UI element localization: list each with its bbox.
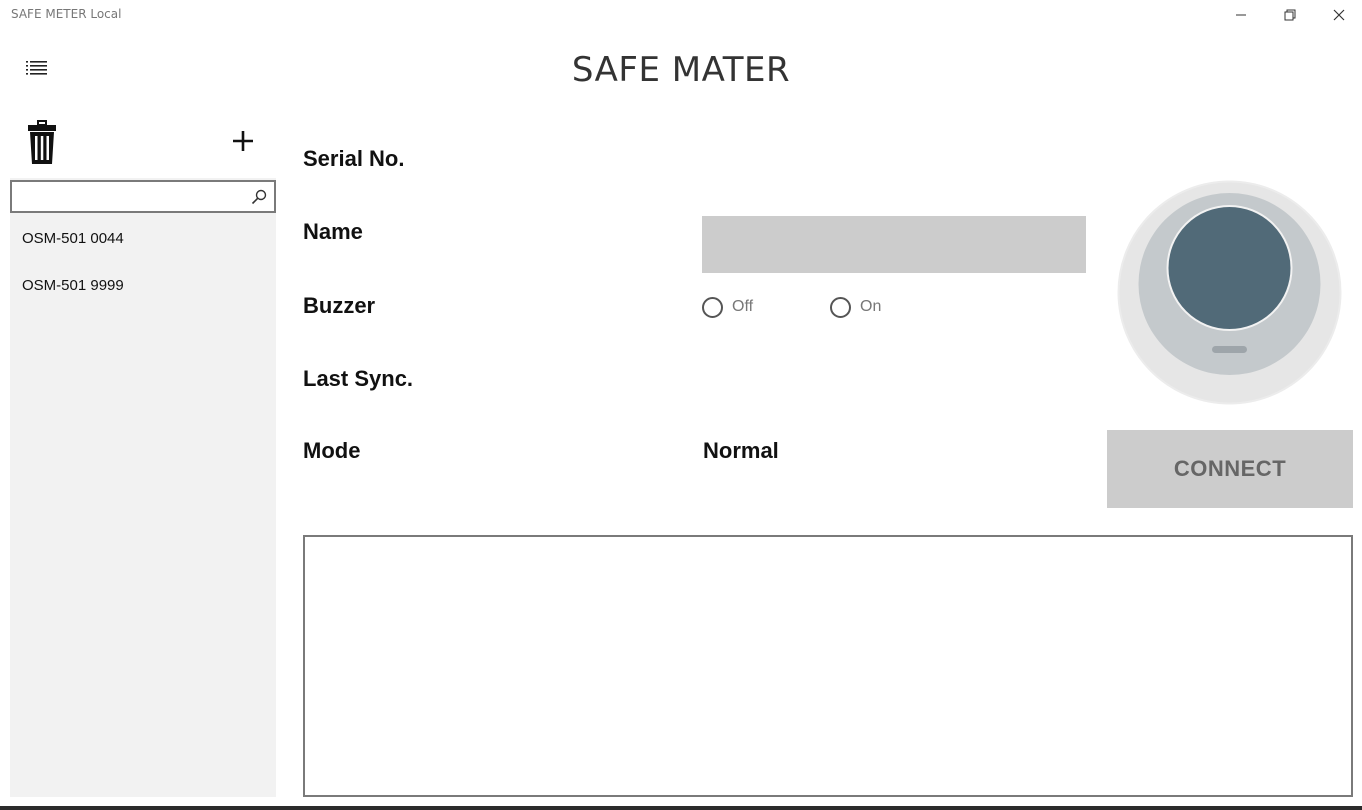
radio-label: Off — [732, 298, 754, 315]
restore-button[interactable] — [1267, 0, 1313, 30]
search-box — [10, 180, 276, 213]
delete-button[interactable] — [26, 120, 58, 166]
close-button[interactable] — [1316, 0, 1362, 30]
plus-icon — [233, 131, 253, 151]
app-window: SAFE METER Local SAFE MATER OSM-501 0044… — [0, 0, 1362, 810]
buzzer-label: Buzzer — [303, 293, 376, 318]
last-sync-label: Last Sync. — [303, 366, 414, 391]
list-item[interactable]: OSM-501 9999 — [10, 263, 276, 307]
trash-icon — [28, 120, 56, 164]
minimize-icon — [1236, 14, 1246, 16]
search-icon[interactable] — [250, 188, 268, 206]
log-output-area[interactable] — [303, 535, 1353, 797]
serial-label: Serial No. — [303, 146, 405, 171]
device-sidebar: OSM-501 0044 OSM-501 9999 — [10, 112, 276, 797]
bottom-border — [0, 806, 1362, 810]
page-title: SAFE MATER — [571, 50, 791, 90]
connect-button[interactable]: CONNECT — [1107, 430, 1353, 508]
search-input[interactable] — [18, 186, 248, 208]
name-field[interactable] — [702, 216, 1086, 273]
radio-label: On — [860, 298, 882, 315]
device-icon — [1117, 180, 1342, 405]
radio-circle — [830, 296, 851, 318]
name-label: Name — [303, 219, 363, 244]
buzzer-off-radio[interactable]: Off — [702, 296, 753, 318]
title-bar: SAFE METER Local — [0, 0, 1362, 30]
radio-circle — [702, 296, 723, 318]
list-item[interactable]: OSM-501 0044 — [10, 216, 276, 260]
device-image — [1117, 180, 1342, 405]
mode-value: Normal — [703, 438, 779, 463]
mode-label: Mode — [303, 438, 361, 463]
add-device-button[interactable] — [228, 126, 258, 156]
window-title: SAFE METER Local — [11, 7, 122, 21]
list-item-label: OSM-501 9999 — [22, 276, 124, 294]
sidebar-toolbar — [10, 112, 276, 178]
buzzer-on-radio[interactable]: On — [830, 296, 881, 318]
list-item-label: OSM-501 0044 — [22, 229, 124, 247]
close-icon — [1333, 9, 1345, 21]
restore-icon — [1284, 9, 1296, 21]
minimize-button[interactable] — [1218, 0, 1264, 30]
